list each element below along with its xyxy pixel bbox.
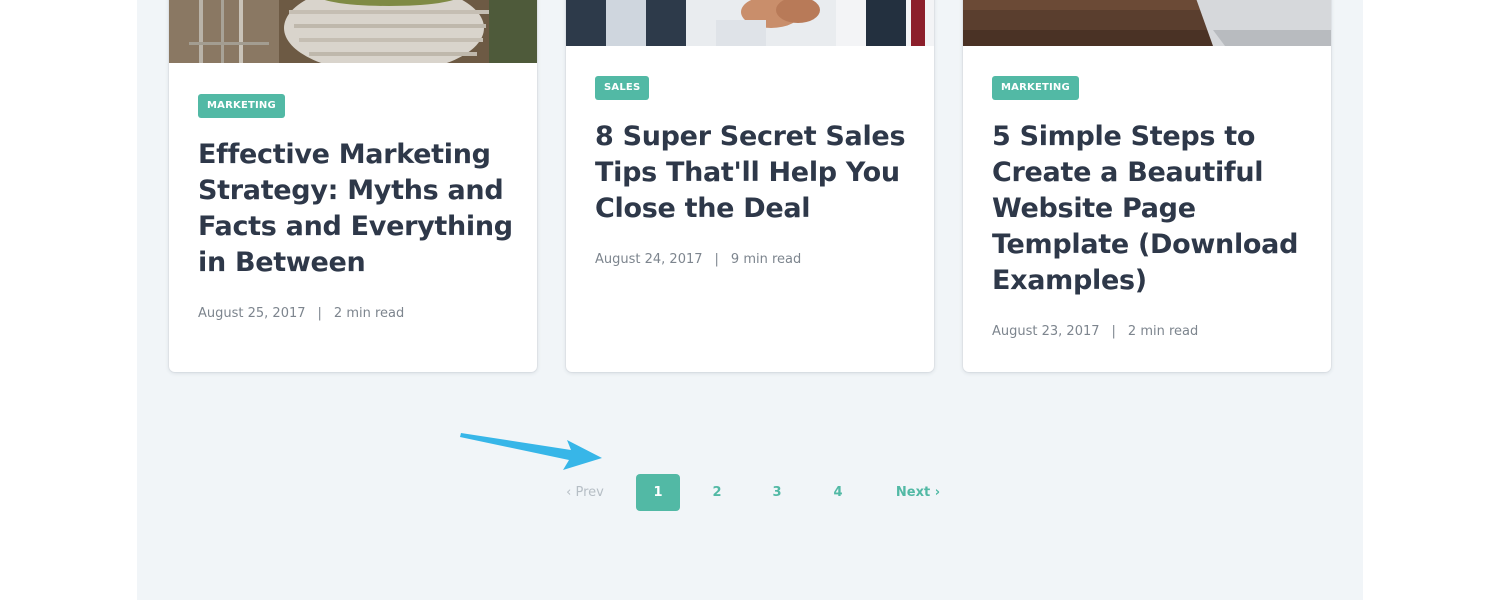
- publish-date: August 25, 2017: [198, 306, 306, 321]
- read-time: 2 min read: [333, 306, 405, 321]
- blog-card[interactable]: MARKETING Effective Marketing Strategy: …: [169, 0, 537, 372]
- arrow-pointer-icon: [460, 433, 602, 470]
- blog-card[interactable]: SALES 8 Super Secret Sales Tips That'll …: [566, 0, 934, 372]
- article-meta: August 23, 2017 | 2 min read: [992, 323, 1198, 341]
- read-time: 9 min read: [730, 252, 802, 267]
- next-page-link[interactable]: Next ›: [890, 474, 946, 511]
- page-link-1[interactable]: 1: [636, 474, 680, 511]
- blog-card[interactable]: MARKETING 5 Simple Steps to Create a Bea…: [963, 0, 1331, 372]
- page-link-3[interactable]: 3: [755, 474, 799, 511]
- page-link-4[interactable]: 4: [816, 474, 860, 511]
- pagination: ‹ Prev 1 2 3 4 Next ›: [542, 474, 962, 511]
- prev-page-link[interactable]: ‹ Prev: [557, 474, 613, 511]
- publish-date: August 24, 2017: [595, 252, 703, 267]
- category-tag[interactable]: MARKETING: [992, 76, 1079, 100]
- meta-separator: |: [317, 306, 322, 321]
- article-title[interactable]: Effective Marketing Strategy: Myths and …: [198, 137, 518, 281]
- page-link-2[interactable]: 2: [695, 474, 739, 511]
- garden-basket-photo[interactable]: [169, 0, 537, 63]
- article-title[interactable]: 5 Simple Steps to Create a Beautiful Web…: [992, 119, 1308, 299]
- read-time: 2 min read: [1127, 324, 1199, 339]
- laptop-desk-photo[interactable]: [963, 0, 1331, 46]
- meta-separator: |: [714, 252, 719, 267]
- article-meta: August 25, 2017 | 2 min read: [198, 305, 404, 323]
- category-tag[interactable]: SALES: [595, 76, 650, 100]
- publish-date: August 23, 2017: [992, 324, 1100, 339]
- blog-listing-section: MARKETING Effective Marketing Strategy: …: [137, 0, 1363, 600]
- category-tag[interactable]: MARKETING: [198, 94, 285, 118]
- article-meta: August 24, 2017 | 9 min read: [595, 251, 801, 269]
- handshake-photo[interactable]: [566, 0, 934, 46]
- meta-separator: |: [1111, 324, 1116, 339]
- article-title[interactable]: 8 Super Secret Sales Tips That'll Help Y…: [595, 119, 915, 227]
